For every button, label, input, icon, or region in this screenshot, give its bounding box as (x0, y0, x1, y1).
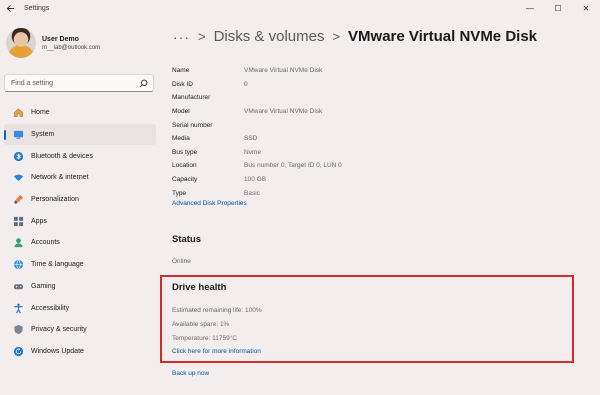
sidebar: User Demo m__lab@outlook.com Find a sett… (0, 16, 160, 395)
sidebar-item-label: Bluetooth & devices (31, 152, 93, 160)
minimize-button[interactable]: — (516, 0, 544, 16)
breadcrumb-separator-icon: > (332, 29, 341, 44)
sidebar-item-label: System (31, 131, 55, 139)
property-label: Serial number (172, 121, 213, 129)
avatar (6, 28, 36, 58)
sidebar-item-label: Time & language (31, 261, 84, 269)
sidebar-item-label: Personalization (31, 196, 79, 204)
drive-health-heading: Drive health (172, 282, 227, 293)
home-icon (13, 107, 24, 118)
sidebar-item-label: Home (31, 109, 50, 117)
advanced-disk-properties-link[interactable]: Advanced Disk Properties (172, 200, 247, 207)
property-row: Capacity 100 GB (172, 173, 342, 187)
breadcrumb: ··· > Disks & volumes > VMware Virtual N… (173, 28, 537, 45)
back-arrow-icon (6, 4, 14, 12)
update-icon (13, 346, 24, 357)
sidebar-item-label: Network & internet (31, 174, 89, 182)
property-row: Disk ID 0 (172, 78, 342, 92)
property-row: Bus type Nvme (172, 146, 342, 160)
close-button[interactable]: ✕ (572, 0, 600, 16)
sidebar-item-label: Gaming (31, 282, 56, 290)
search-placeholder: Find a setting (11, 79, 54, 87)
property-row: Location Bus number 0, Target ID 0, LUN 0 (172, 159, 342, 173)
page-title: VMware Virtual NVMe Disk (348, 28, 538, 45)
gamepad-icon (13, 281, 24, 292)
temperature-text: Temperature: 11759°C (172, 335, 237, 342)
property-row: Manufacturer (172, 91, 342, 105)
disk-properties: Name VMware Virtual NVMe Disk Disk ID 0 Ma… (172, 64, 342, 200)
brush-icon (13, 194, 24, 205)
back-button[interactable] (0, 0, 20, 16)
sidebar-item-privacy-security[interactable]: Privacy & security (4, 319, 156, 341)
sidebar-item-accessibility[interactable]: Accessibility (4, 297, 156, 319)
breadcrumb-separator-icon: > (198, 29, 206, 44)
property-label: Type (172, 189, 187, 197)
property-value: Basic (244, 189, 260, 197)
property-row: Serial number (172, 118, 342, 132)
sidebar-item-label: Privacy & security (31, 326, 87, 334)
system-icon (13, 129, 24, 140)
main-content: ··· > Disks & volumes > VMware Virtual N… (160, 16, 600, 395)
remaining-life-text: Estimated remaining life: 100% (172, 307, 262, 314)
property-row: Media SSD (172, 132, 342, 146)
sidebar-item-apps[interactable]: Apps (4, 210, 156, 232)
window-controls: — ☐ ✕ (516, 0, 600, 16)
maximize-button[interactable]: ☐ (544, 0, 572, 16)
app-title: Settings (24, 4, 50, 12)
sidebar-item-personalization[interactable]: Personalization (4, 189, 156, 211)
property-label: Disk ID (172, 80, 193, 88)
property-label: Name (172, 67, 190, 75)
breadcrumb-more-button[interactable]: ··· (173, 29, 190, 45)
property-label: Location (172, 162, 197, 170)
breadcrumb-disks-volumes-link[interactable]: Disks & volumes (214, 28, 325, 45)
shield-icon (13, 324, 24, 335)
search-icon[interactable] (136, 76, 150, 90)
user-profile[interactable]: User Demo m__lab@outlook.com (6, 28, 100, 58)
accessibility-icon (13, 303, 24, 314)
profile-name: User Demo (42, 35, 79, 43)
status-heading: Status (172, 234, 202, 245)
property-value: VMware Virtual NVMe Disk (244, 67, 323, 75)
property-label: Capacity (172, 176, 198, 184)
bluetooth-icon (13, 151, 24, 162)
sidebar-item-windows-update[interactable]: Windows Update (4, 341, 156, 363)
sidebar-item-bluetooth[interactable]: Bluetooth & devices (4, 145, 156, 167)
property-row: Type Basic (172, 186, 342, 200)
sidebar-item-label: Windows Update (31, 347, 84, 355)
more-information-link[interactable]: Click here for more information (172, 348, 261, 355)
property-row: Model VMware Virtual NVMe Disk (172, 105, 342, 119)
property-value: Bus number 0, Target ID 0, LUN 0 (244, 162, 342, 170)
nav-list: Home System Bluetooth & devices Network … (0, 102, 160, 362)
property-value: VMware Virtual NVMe Disk (244, 108, 323, 116)
property-value: 100 GB (244, 176, 267, 184)
property-label: Bus type (172, 148, 198, 156)
apps-icon (13, 216, 24, 227)
globe-icon (13, 259, 24, 270)
sidebar-item-time-language[interactable]: Time & language (4, 254, 156, 276)
wifi-icon (13, 172, 24, 183)
status-value: Online (172, 258, 191, 265)
available-spare-text: Available spare: 1% (172, 321, 230, 328)
sidebar-item-label: Apps (31, 217, 47, 225)
property-label: Manufacturer (172, 94, 211, 102)
property-value: 0 (244, 80, 248, 88)
title-bar: Settings — ☐ ✕ (0, 0, 600, 16)
profile-email: m__lab@outlook.com (42, 44, 101, 51)
property-value: Nvme (244, 148, 261, 156)
sidebar-item-gaming[interactable]: Gaming (4, 276, 156, 298)
sidebar-item-home[interactable]: Home (4, 102, 156, 124)
accounts-icon (13, 237, 24, 248)
sidebar-item-network[interactable]: Network & internet (4, 167, 156, 189)
sidebar-item-system[interactable]: System (4, 123, 156, 146)
search-input[interactable]: Find a setting (4, 74, 154, 92)
sidebar-item-label: Accessibility (31, 304, 70, 312)
property-label: Media (172, 135, 190, 143)
sidebar-item-accounts[interactable]: Accounts (4, 232, 156, 254)
back-up-now-link[interactable]: Back up now (172, 370, 209, 377)
property-row: Name VMware Virtual NVMe Disk (172, 64, 342, 78)
sidebar-item-label: Accounts (31, 239, 60, 247)
property-label: Model (172, 108, 190, 116)
property-value: SSD (244, 135, 258, 143)
